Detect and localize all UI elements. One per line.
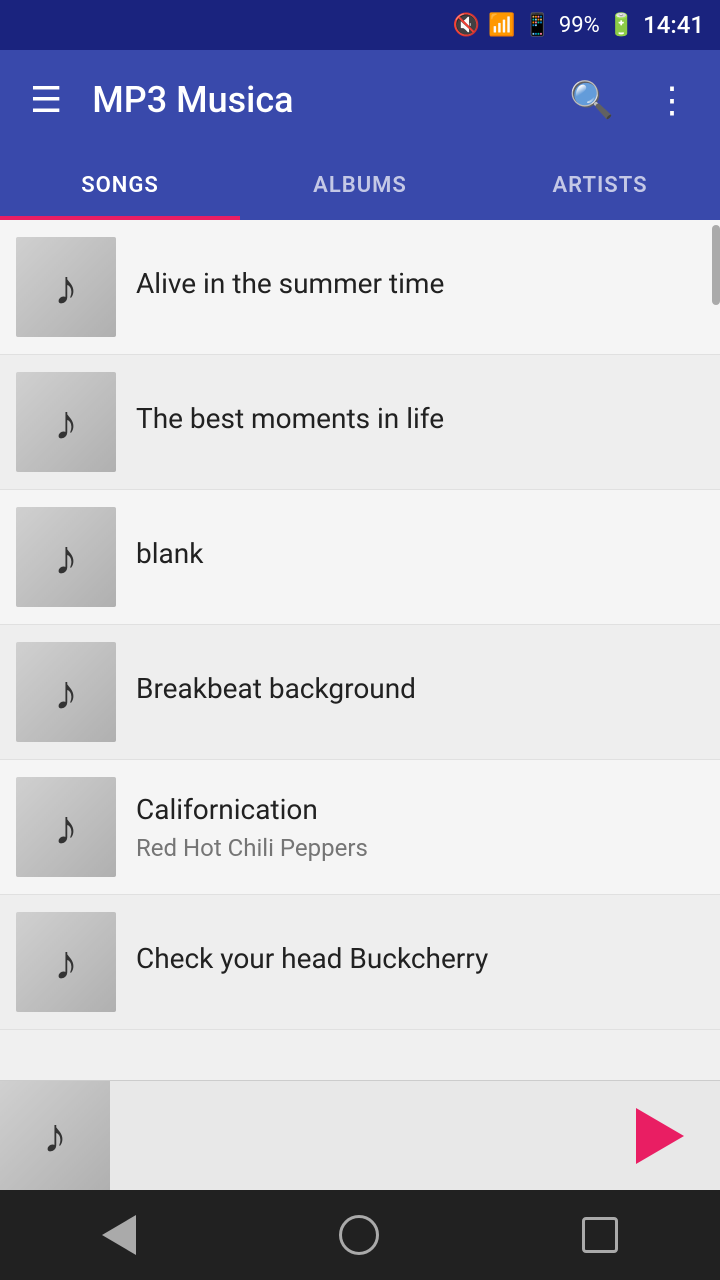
status-icons: 🔇 📶 📱 99% 🔋 14:41 [453,11,704,39]
song-thumbnail: ♪ [16,642,116,742]
scrollbar[interactable] [712,220,720,1080]
tab-artists-label: ARTISTS [552,173,647,198]
menu-icon[interactable]: ☰ [20,69,72,131]
recents-button[interactable] [552,1197,648,1273]
song-title: Check your head Buckcherry [136,942,704,975]
song-title: Alive in the summer time [136,267,704,300]
mute-icon: 🔇 [453,13,480,38]
song-info: Check your head Buckcherry [136,942,704,983]
song-title: Breakbeat background [136,672,704,705]
song-thumbnail: ♪ [16,372,116,472]
song-info: Californication Red Hot Chili Peppers [136,793,704,862]
song-artist: Red Hot Chili Peppers [136,834,704,862]
song-info: blank [136,537,704,578]
tab-songs-label: SONGS [81,173,159,198]
more-options-icon[interactable]: ⋮ [644,69,700,131]
tab-albums-label: ALBUMS [313,173,407,198]
music-note-icon: ♪ [54,394,78,451]
song-thumbnail: ♪ [16,912,116,1012]
song-list: ♪ Alive in the summer time ♪ The best mo… [0,220,720,1080]
play-triangle-icon [636,1108,684,1164]
app-title: MP3 Musica [92,79,539,121]
now-playing-thumbnail: ♪ [0,1081,110,1191]
play-button[interactable] [620,1096,700,1176]
song-title: Californication [136,793,704,826]
battery-icon: 🔋 [608,13,635,38]
song-info: Alive in the summer time [136,267,704,308]
song-title: blank [136,537,704,570]
status-bar: 🔇 📶 📱 99% 🔋 14:41 [0,0,720,50]
song-thumbnail: ♪ [16,777,116,877]
toolbar: ☰ MP3 Musica 🔍 ⋮ [0,50,720,150]
navigation-bar [0,1190,720,1280]
music-note-icon: ♪ [54,664,78,721]
list-item[interactable]: ♪ The best moments in life [0,355,720,490]
list-item[interactable]: ♪ blank [0,490,720,625]
home-button[interactable] [309,1195,409,1275]
scrollbar-thumb [712,225,720,305]
song-info: Breakbeat background [136,672,704,713]
tab-albums[interactable]: ALBUMS [240,150,480,220]
now-playing-bar: ♪ [0,1080,720,1190]
music-note-icon: ♪ [54,799,78,856]
list-item[interactable]: ♪ Alive in the summer time [0,220,720,355]
list-item[interactable]: ♪ Check your head Buckcherry [0,895,720,1030]
signal-icon: 📱 [523,13,550,38]
back-icon [102,1215,136,1255]
wifi-icon: 📶 [488,13,515,38]
tabs-bar: SONGS ALBUMS ARTISTS [0,150,720,220]
song-info: The best moments in life [136,402,704,443]
song-title: The best moments in life [136,402,704,435]
status-time: 14:41 [643,11,704,39]
list-item[interactable]: ♪ Californication Red Hot Chili Peppers [0,760,720,895]
music-note-icon: ♪ [54,529,78,586]
now-playing-music-note-icon: ♪ [43,1107,67,1164]
tab-songs[interactable]: SONGS [0,150,240,220]
back-button[interactable] [72,1195,166,1275]
list-item[interactable]: ♪ Breakbeat background [0,625,720,760]
music-note-icon: ♪ [54,934,78,991]
battery-text: 99% [559,13,600,38]
search-icon[interactable]: 🔍 [559,69,624,131]
song-thumbnail: ♪ [16,507,116,607]
music-note-icon: ♪ [54,259,78,316]
home-icon [339,1215,379,1255]
tab-artists[interactable]: ARTISTS [480,150,720,220]
song-thumbnail: ♪ [16,237,116,337]
recents-icon [582,1217,618,1253]
